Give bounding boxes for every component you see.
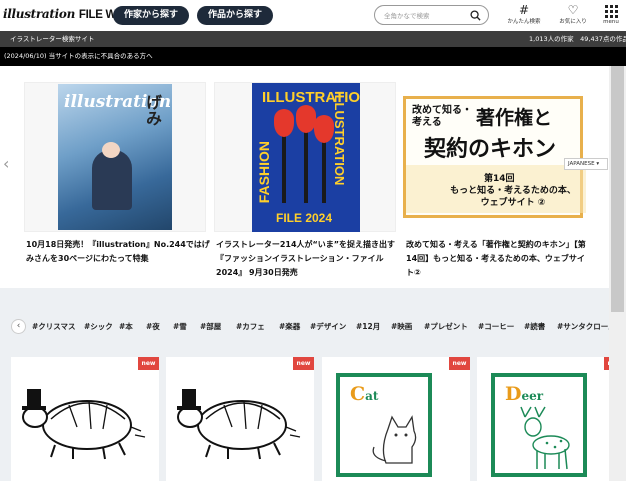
tags-prev-arrow-icon[interactable]: ‹ [11,319,26,334]
carousel-slide-caption[interactable]: 改めて知る・考える「著作権と契約のキホン」【第14回】もっと知る・考えるための本… [406,238,586,280]
easy-search-link[interactable]: # かんたん検索 [505,3,543,26]
cat-alphabet-card: Cat [336,373,432,477]
notice-text[interactable]: (2024/06/10) 当サイトの表示に不具合のある方へ [4,47,153,66]
tulip-stem [322,139,326,203]
carousel-slide-image[interactable]: illustration げみ [24,82,206,232]
search-icon[interactable] [470,10,481,21]
site-header: illustration FILE Web 作家から探す 作品から探す # かん… [0,0,626,31]
series-subtitle: もっと知る・考えるための本、ウェブサイト ② [450,186,576,208]
tag-chip[interactable]: #デザイン [310,320,346,334]
tulip-flower [296,105,316,133]
work-card[interactable]: new [166,357,314,481]
site-description: イラストレーター検索サイト [10,35,95,43]
tag-chip[interactable]: #部屋 [200,320,221,334]
heart-icon: ♡ [567,3,579,17]
site-logo[interactable]: illustration FILE Web [3,7,129,21]
work-card[interactable]: new [11,357,159,481]
deer-illustration [520,406,570,470]
work-card[interactable]: new Deer [477,357,625,481]
new-badge: new [449,357,470,370]
tulip-stem [304,127,308,203]
tag-chip[interactable]: #夜 [146,320,160,334]
turtle-with-top-hat-illustration [22,389,146,460]
cat-illustration [372,415,417,464]
logo-italic-text: illustration [3,7,76,21]
menu-button[interactable]: menu [600,4,622,25]
tag-chip[interactable]: #本 [119,320,133,334]
tag-chip[interactable]: #シック [84,320,113,334]
series-title-line1: 著作権と [476,107,553,129]
new-badge: new [138,357,159,370]
carousel-prev-arrow-icon[interactable]: ‹ [3,154,9,173]
turtle-with-top-hat-illustration [177,389,301,460]
work-card[interactable]: new Cat [322,357,470,481]
info-bar: イラストレーター検索サイト 1,013人の作家 49,437点の作品 [0,31,626,47]
tag-chip[interactable]: #雪 [173,320,187,334]
new-badge: new [293,357,314,370]
illustration-face [102,142,120,158]
tag-chip[interactable]: #サンタクロース [557,320,615,334]
easy-search-label: かんたん検索 [507,19,541,25]
poster-side-text: FASHION [256,141,272,204]
menu-label: menu [603,19,619,25]
search-by-work-button[interactable]: 作品から探す [197,6,273,25]
notice-bar[interactable]: (2024/06/10) 当サイトの表示に不具合のある方へ [0,47,626,66]
hashtag-icon: # [518,3,530,17]
site-stats: 1,013人の作家 49,437点の作品 [529,35,626,43]
magazine-cover-image: illustration げみ [58,84,172,230]
tag-chip[interactable]: #読書 [524,320,545,334]
magazine-feature-name: げみ [143,94,162,126]
series-kicker: 改めて知る・考える [412,105,472,128]
favorites-link[interactable]: ♡ お気に入り [557,3,589,26]
tulip-stem [282,133,286,203]
tulip-flower [274,109,294,137]
tag-chip[interactable]: #クリスマス [32,320,76,334]
deer-alphabet-card: Deer [491,373,587,477]
carousel-slide-caption[interactable]: イラストレーター214人が“いま”を捉え描き出す『ファッションイラストレーション… [216,238,400,280]
poster-right-text: ILLUSTRATION [332,91,347,186]
poster-bottom-text: FILE 2024 [276,211,333,225]
series-episode: 第14回 [484,174,515,184]
tag-chip[interactable]: #カフェ [236,320,265,334]
illustration-figure [92,150,132,210]
search-input[interactable] [384,9,469,22]
tag-chip[interactable]: #12月 [356,320,380,334]
copyright-series-image: 改めて知る・考える 著作権と 契約のキホン 第14回 もっと知る・考えるための本… [403,96,586,218]
tag-chip[interactable]: #映画 [391,320,412,334]
tag-chip[interactable]: #コーヒー [478,320,514,334]
carousel-slide-image[interactable]: ILLUSTRATION FASHION ILLUSTRATION FILE 2… [214,82,396,232]
fashion-poster-image: ILLUSTRATION FASHION ILLUSTRATION FILE 2… [252,83,360,232]
tag-chip[interactable]: #プレゼント [424,320,468,334]
search-box [374,5,489,25]
carousel-slide-image[interactable]: 改めて知る・考える 著作権と 契約のキホン 第14回 もっと知る・考えるための本… [403,82,586,232]
grid-menu-icon [604,5,618,18]
page-scrollbar-thumb[interactable] [611,66,624,312]
tag-chip[interactable]: #楽器 [279,320,300,334]
search-by-artist-button[interactable]: 作家から探す [113,6,189,25]
carousel-slide-caption[interactable]: 10月18日発売！『illustration』No.244ではげみさんを30ペー… [26,238,210,266]
favorites-label: お気に入り [559,19,587,25]
language-selector[interactable]: JAPANESE ▾ [564,158,608,170]
feature-carousel: ‹ illustration げみ 10月18日発売！『illustration… [0,66,626,288]
tulip-flower [314,115,334,143]
series-title-line2: 契約のキホン [424,137,557,162]
